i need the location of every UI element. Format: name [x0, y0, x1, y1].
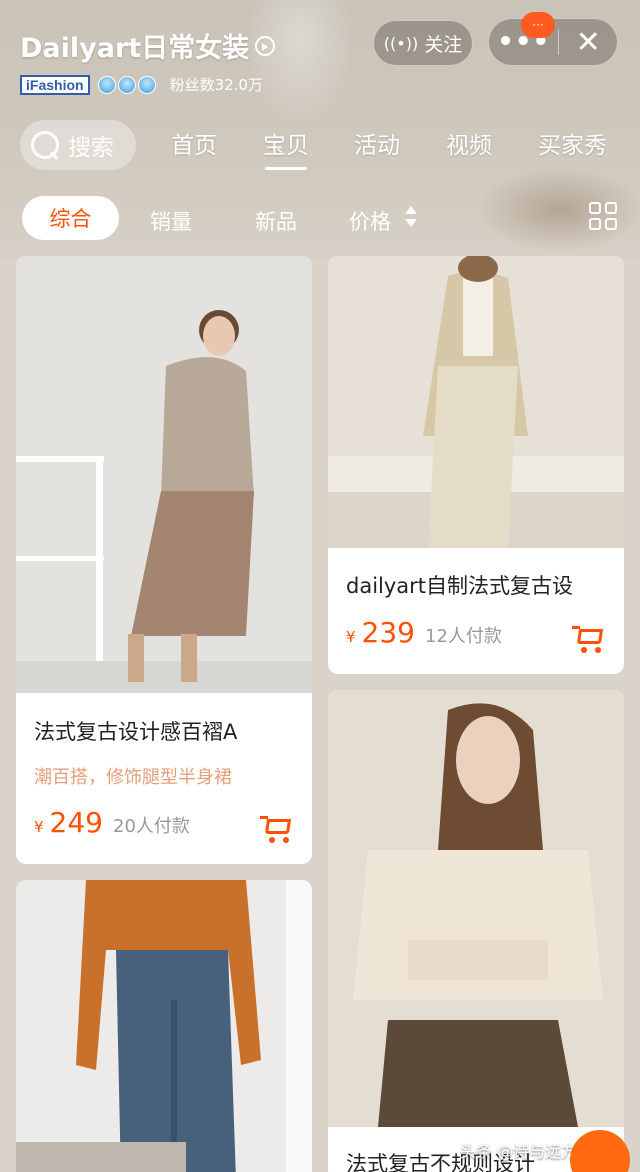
- fans-count: 粉丝数32.0万: [169, 76, 263, 94]
- product-image: [328, 256, 624, 548]
- currency-symbol: ¥: [346, 628, 356, 646]
- product-price: 239: [361, 616, 415, 649]
- crown-level-icons: [97, 75, 156, 94]
- tab-buyer-show[interactable]: 买家秀: [538, 126, 607, 160]
- follow-button[interactable]: ((•)) 关注: [373, 20, 473, 66]
- follow-label: 关注: [424, 33, 463, 56]
- shop-name[interactable]: Dailyart日常女装: [20, 26, 276, 65]
- broadcast-icon: ((•)): [383, 33, 419, 53]
- product-price: 249: [49, 806, 103, 839]
- sort-new[interactable]: 新品: [255, 206, 297, 236]
- price-row: ¥ 249 20人付款: [34, 806, 190, 839]
- ifashion-badge: iFashion: [20, 74, 90, 95]
- product-card[interactable]: 法式复古不规则设计: [328, 690, 624, 1172]
- paid-count: 20人付款: [113, 816, 190, 837]
- shop-nav: 搜索 首页 宝贝 活动 视频 买家秀: [0, 118, 640, 174]
- add-to-cart-icon[interactable]: [572, 624, 606, 654]
- product-title: 法式复古设计感百褶A: [34, 720, 238, 744]
- product-card[interactable]: dailyart自制法式复古设 ¥ 239 12人付款: [328, 256, 624, 674]
- grid-view-icon[interactable]: [589, 202, 619, 232]
- close-button[interactable]: ✕: [559, 19, 617, 65]
- tab-activities[interactable]: 活动: [354, 126, 400, 160]
- search-label: 搜索: [68, 135, 114, 161]
- shop-badges: iFashion 粉丝数32.0万: [20, 74, 263, 95]
- product-card[interactable]: 法式复古设计感百褶A 潮百搭，修饰腿型半身裙 ¥ 249 20人付款: [16, 256, 312, 864]
- product-image: [16, 880, 312, 1172]
- crown-icon: [137, 75, 156, 94]
- product-subtitle: 潮百搭，修饰腿型半身裙: [34, 767, 232, 788]
- crown-icon: [117, 75, 136, 94]
- product-image: [328, 690, 624, 1127]
- tab-products[interactable]: 宝贝: [263, 126, 309, 170]
- tab-videos[interactable]: 视频: [446, 126, 492, 160]
- chevron-right-icon: [255, 35, 276, 56]
- crown-icon: [97, 75, 116, 94]
- sort-price[interactable]: 价格: [349, 206, 391, 236]
- shop-name-text: Dailyart日常女装: [20, 33, 250, 64]
- product-title: dailyart自制法式复古设: [346, 574, 574, 598]
- add-to-cart-icon[interactable]: [260, 814, 294, 844]
- product-card[interactable]: [16, 880, 312, 1172]
- product-image: [16, 256, 312, 693]
- notification-badge: ···: [521, 12, 555, 38]
- sort-bar: 综合 销量 新品 价格: [0, 194, 640, 244]
- shop-header: Dailyart日常女装 iFashion 粉丝数32.0万 ((•)) 关注 …: [0, 0, 640, 110]
- paid-count: 12人付款: [425, 626, 502, 647]
- price-row: ¥ 239 12人付款: [346, 616, 502, 649]
- search-icon: [30, 130, 60, 160]
- sort-arrows-icon: [404, 204, 418, 230]
- currency-symbol: ¥: [34, 818, 44, 836]
- tab-home[interactable]: 首页: [171, 126, 217, 160]
- search-button[interactable]: 搜索: [20, 120, 136, 170]
- sort-comprehensive[interactable]: 综合: [22, 196, 119, 240]
- sort-sales[interactable]: 销量: [150, 206, 192, 236]
